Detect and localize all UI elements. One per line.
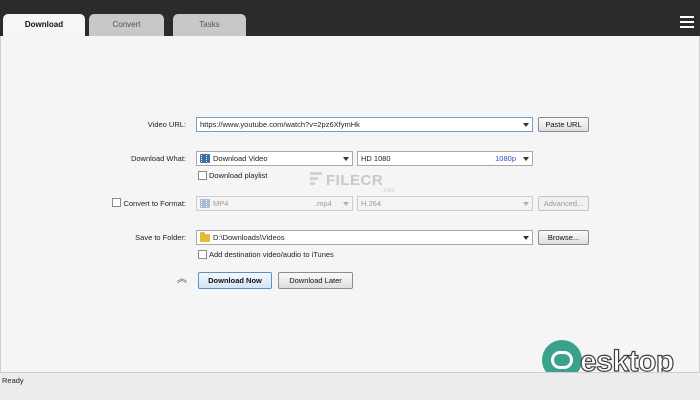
quality-dropdown-arrow-icon[interactable] [523,157,529,161]
advanced-button[interactable]: Advanced... [538,196,589,211]
status-text: Ready [2,376,24,385]
filecr-watermark-sub: .com [382,188,396,194]
collapse-options-icon[interactable]: ︽ [176,274,188,286]
convert-to-format-label: Convert to Format: [123,199,186,208]
format-dropdown-arrow-icon[interactable] [343,202,349,206]
hamburger-menu-icon[interactable] [680,16,694,28]
download-type-value: Download Video [213,154,268,163]
quality-value: HD 1080 [361,154,391,163]
paste-url-button[interactable]: Paste URL [538,117,589,132]
filecr-watermark: FILECR .com [308,168,398,202]
tab-download[interactable]: Download [3,14,85,36]
download-later-button[interactable]: Download Later [278,272,353,289]
download-type-select[interactable]: Download Video [196,151,353,166]
add-to-itunes-label: Add destination video/audio to iTunes [209,250,334,259]
download-now-button[interactable]: Download Now [198,272,272,289]
convert-to-format-checkbox[interactable] [112,198,121,207]
video-url-label: Video URL: [147,120,186,129]
tab-bar: Download Convert Tasks [0,0,700,36]
tab-convert[interactable]: Convert [89,14,164,36]
download-playlist-label: Download playlist [209,171,268,180]
resolution-value: 1080p [495,154,516,163]
download-panel: Video URL: https://www.youtube.com/watch… [0,36,700,372]
download-playlist-checkbox[interactable] [198,171,207,180]
folder-icon [200,232,210,242]
browse-button[interactable]: Browse... [538,230,589,245]
video-url-dropdown-arrow-icon[interactable] [523,123,529,127]
filecr-logo-icon [310,172,322,190]
tab-tasks[interactable]: Tasks [173,14,246,36]
format-value: MP4 [213,199,229,208]
save-folder-value: D:\Downloads\Videos [213,233,285,242]
video-url-value: https://www.youtube.com/watch?v=2pz6Xfym… [200,120,360,129]
status-bar: Ready [0,372,700,400]
video-film-icon [200,154,210,163]
add-to-itunes-checkbox[interactable] [198,250,207,259]
save-folder-dropdown-arrow-icon[interactable] [523,236,529,240]
codec-dropdown-arrow-icon[interactable] [523,202,529,206]
quality-select[interactable]: HD 1080 1080p [357,151,533,166]
download-type-dropdown-arrow-icon[interactable] [343,157,349,161]
format-film-icon [200,199,210,208]
video-url-input[interactable]: https://www.youtube.com/watch?v=2pz6Xfym… [196,117,533,132]
save-to-folder-label: Save to Folder: [135,233,186,242]
download-what-label: Download What: [130,154,186,163]
filecr-watermark-text: FILECR [326,172,384,189]
save-folder-select[interactable]: D:\Downloads\Videos [196,230,533,245]
